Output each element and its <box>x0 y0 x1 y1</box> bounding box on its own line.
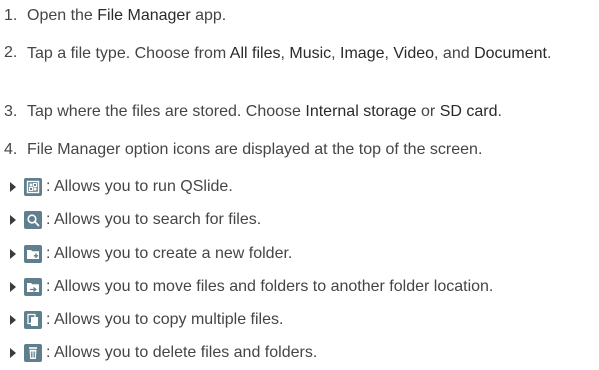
list-item: : Allows you to delete files and folders… <box>10 343 317 363</box>
step-number: 2. <box>4 44 18 61</box>
list-item: : Allows you to search for files. <box>10 210 261 230</box>
text-run: . <box>497 103 502 120</box>
option-internal-storage: Internal storage <box>305 103 417 120</box>
bullet-triangle-icon <box>10 182 16 192</box>
bullet-triangle-icon <box>10 348 16 358</box>
option-description: : Allows you to move files and folders t… <box>46 278 494 295</box>
step-text: Open the File Manager app. <box>27 6 226 26</box>
qslide-icon <box>24 178 42 196</box>
new-folder-icon <box>24 245 42 263</box>
list-item: : Allows you to move files and folders t… <box>10 277 493 297</box>
list-item: : Allows you to create a new folder. <box>10 244 292 264</box>
option-image: Image <box>340 45 385 62</box>
option-all-files: All files <box>229 45 281 62</box>
bullet-triangle-icon <box>10 215 16 225</box>
option-description: : Allows you to copy multiple files. <box>46 311 284 328</box>
step-text: Tap a file type. Choose from All files , … <box>27 43 587 64</box>
option-document: Document <box>474 45 547 62</box>
text-run: Tap where the files are stored. Choose <box>27 103 306 120</box>
step-text: File Manager option icons are displayed … <box>27 141 483 158</box>
option-description: : Allows you to delete files and folders… <box>46 344 318 361</box>
text-run: , and <box>434 45 475 62</box>
text-run: Tap a file type. Choose from <box>27 45 230 62</box>
copy-icon <box>24 311 42 329</box>
step-number: 3. <box>4 103 18 120</box>
option-description: : Allows you to run QSlide. <box>46 178 233 195</box>
option-description: : Allows you to search for files. <box>46 211 262 228</box>
text-run: or <box>416 103 440 120</box>
list-item: : Allows you to copy multiple files. <box>10 310 283 330</box>
delete-icon <box>24 344 42 362</box>
bullet-triangle-icon <box>10 249 16 259</box>
step-number: 1. <box>4 7 18 24</box>
step-1: 1. Open the File Manager app. <box>0 6 226 26</box>
move-folder-icon <box>24 278 42 296</box>
step-text: Tap where the files are stored. Choose I… <box>27 102 502 122</box>
text-run: , <box>331 45 341 62</box>
option-music: Music <box>289 45 332 62</box>
option-video: Video <box>393 45 435 62</box>
step-3: 3. Tap where the files are stored. Choos… <box>0 102 502 122</box>
bullet-triangle-icon <box>10 282 16 292</box>
option-sd-card: SD card <box>439 103 498 120</box>
text-run: app. <box>190 7 227 24</box>
step-4: 4. File Manager option icons are display… <box>0 140 482 160</box>
option-description: : Allows you to create a new folder. <box>46 245 293 262</box>
app-name: File Manager <box>97 7 191 24</box>
bullet-triangle-icon <box>10 315 16 325</box>
text-run: Open the <box>27 7 98 24</box>
step-2: 2. Tap a file type. Choose from All file… <box>0 43 587 64</box>
step-number: 4. <box>4 141 18 158</box>
list-item: : Allows you to run QSlide. <box>10 177 233 197</box>
text-run: . <box>546 45 552 62</box>
search-icon <box>24 211 42 229</box>
